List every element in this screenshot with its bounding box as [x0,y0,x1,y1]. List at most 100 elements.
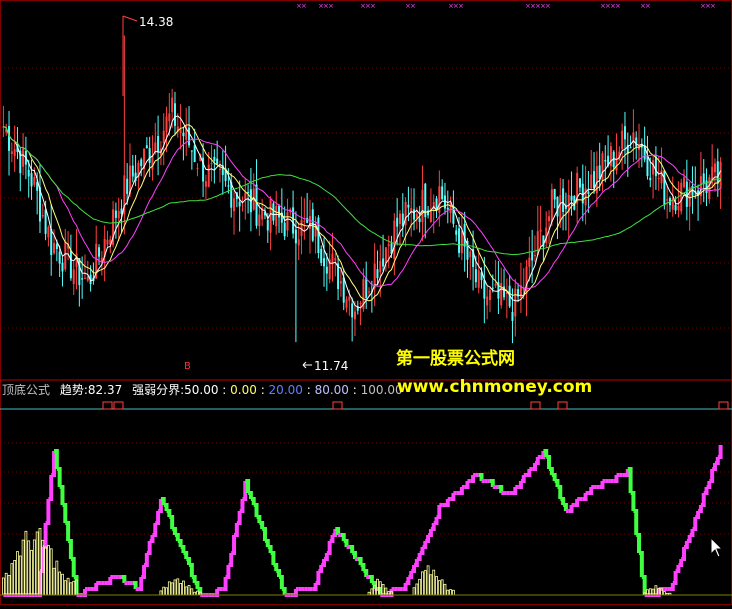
oscillator-step [498,485,504,493]
oscillator-step [250,497,256,505]
oscillator-step [520,475,526,483]
oscillator-series [3,445,723,597]
oscillator-step [242,481,248,501]
candle-body [514,288,517,317]
candle-body [286,212,289,231]
volume-bar [173,579,177,596]
trend-label: 趋势: [59,383,88,397]
oscillator-step [532,463,537,471]
volume-bar [55,560,59,596]
candle-body [578,178,581,188]
low-price-arrow-icon [302,361,312,369]
oscillator-step [425,535,431,543]
volume-bar [2,577,5,596]
oscillator-step [141,565,147,579]
candle-body [556,196,559,217]
top-signal-mark: × [615,2,621,10]
candle-body [365,277,368,298]
oscillator-step [174,533,180,541]
candle-body [275,206,278,227]
oscillator-step [411,565,417,573]
candlestick-series [2,35,722,344]
chart-canvas[interactable]: × × × × × × × × × × × × × × × × × × × × × × × × × × × [0,0,732,605]
volume-bar [49,548,53,596]
oscillator-step [692,517,698,531]
oscillator-step [489,479,495,487]
candle-body [533,255,536,257]
oscillator-step [416,553,422,561]
candle-body [216,158,219,165]
candle-body [587,191,590,195]
oscillator-step [166,509,172,517]
candle-body [477,270,480,288]
candle-body [657,177,660,179]
volume-bar [432,569,436,596]
high-price-label: 14.38 [139,15,174,29]
candle-body [193,145,196,162]
oscillator-step [186,557,192,565]
candle-body [491,287,494,289]
oscillator-step [557,485,563,499]
candle-body [325,266,328,274]
candle-body [553,189,556,200]
volume-bar [418,578,422,596]
top-signal-mark: × [645,2,651,10]
candle-body [674,204,677,211]
oscillator-step [613,475,619,483]
candle-body [685,181,688,207]
oscillator-step [225,565,231,579]
volume-bar [184,586,188,596]
candle-body [213,156,216,161]
candle-body [182,132,185,137]
volume-bar [165,587,168,596]
oscillator-step [152,523,158,537]
candle-body [33,177,36,185]
stock-chart[interactable]: × × × × × × × × × × × × × × × × × × × × × × × × × × × 14.38 11.74 … [0,0,732,605]
ma-line-60 [3,126,721,256]
oscillator-step [582,493,588,501]
oscillator-step [324,553,329,561]
candle-body [590,174,593,189]
candle-body [393,220,396,259]
candle-body [255,184,258,226]
candle-body [713,163,716,173]
candle-body [421,189,424,223]
oscillator-step [121,575,127,583]
oscillator-step [312,583,318,591]
oscillator-step [681,547,687,561]
candle-body [339,281,342,284]
candle-body [72,269,75,284]
candle-body [190,150,193,152]
candle-body [680,182,683,212]
signal-box [557,401,568,410]
candle-body [677,205,680,211]
candle-body [660,170,663,183]
oscillator-step [357,557,363,565]
candle-body [716,161,719,184]
watermark-title: 第一股票公式网 [396,349,515,369]
oscillator-step [326,541,332,555]
volume-bar [429,574,433,596]
separator: : [218,383,231,397]
volume-bar [423,570,427,596]
oscillator-step [549,467,554,475]
oscillator-step [93,583,99,591]
oscillator-step [82,589,87,597]
candle-body [629,147,632,149]
oscillator-step [636,533,642,553]
candle-body [247,191,250,193]
oscillator-step [717,445,723,459]
oscillator-step [402,583,408,591]
oscillator-step [222,577,228,591]
volume-bar [179,582,182,596]
oscillator-step [214,589,220,597]
candle-body [387,244,390,247]
candle-body [550,189,553,223]
candle-body [418,218,421,222]
trend-value: 82.37 [87,383,123,397]
candle-body [531,251,534,261]
candle-body [407,204,410,208]
oscillator-step [332,529,338,537]
separator: : [348,383,361,397]
oscillator-step [436,505,442,519]
